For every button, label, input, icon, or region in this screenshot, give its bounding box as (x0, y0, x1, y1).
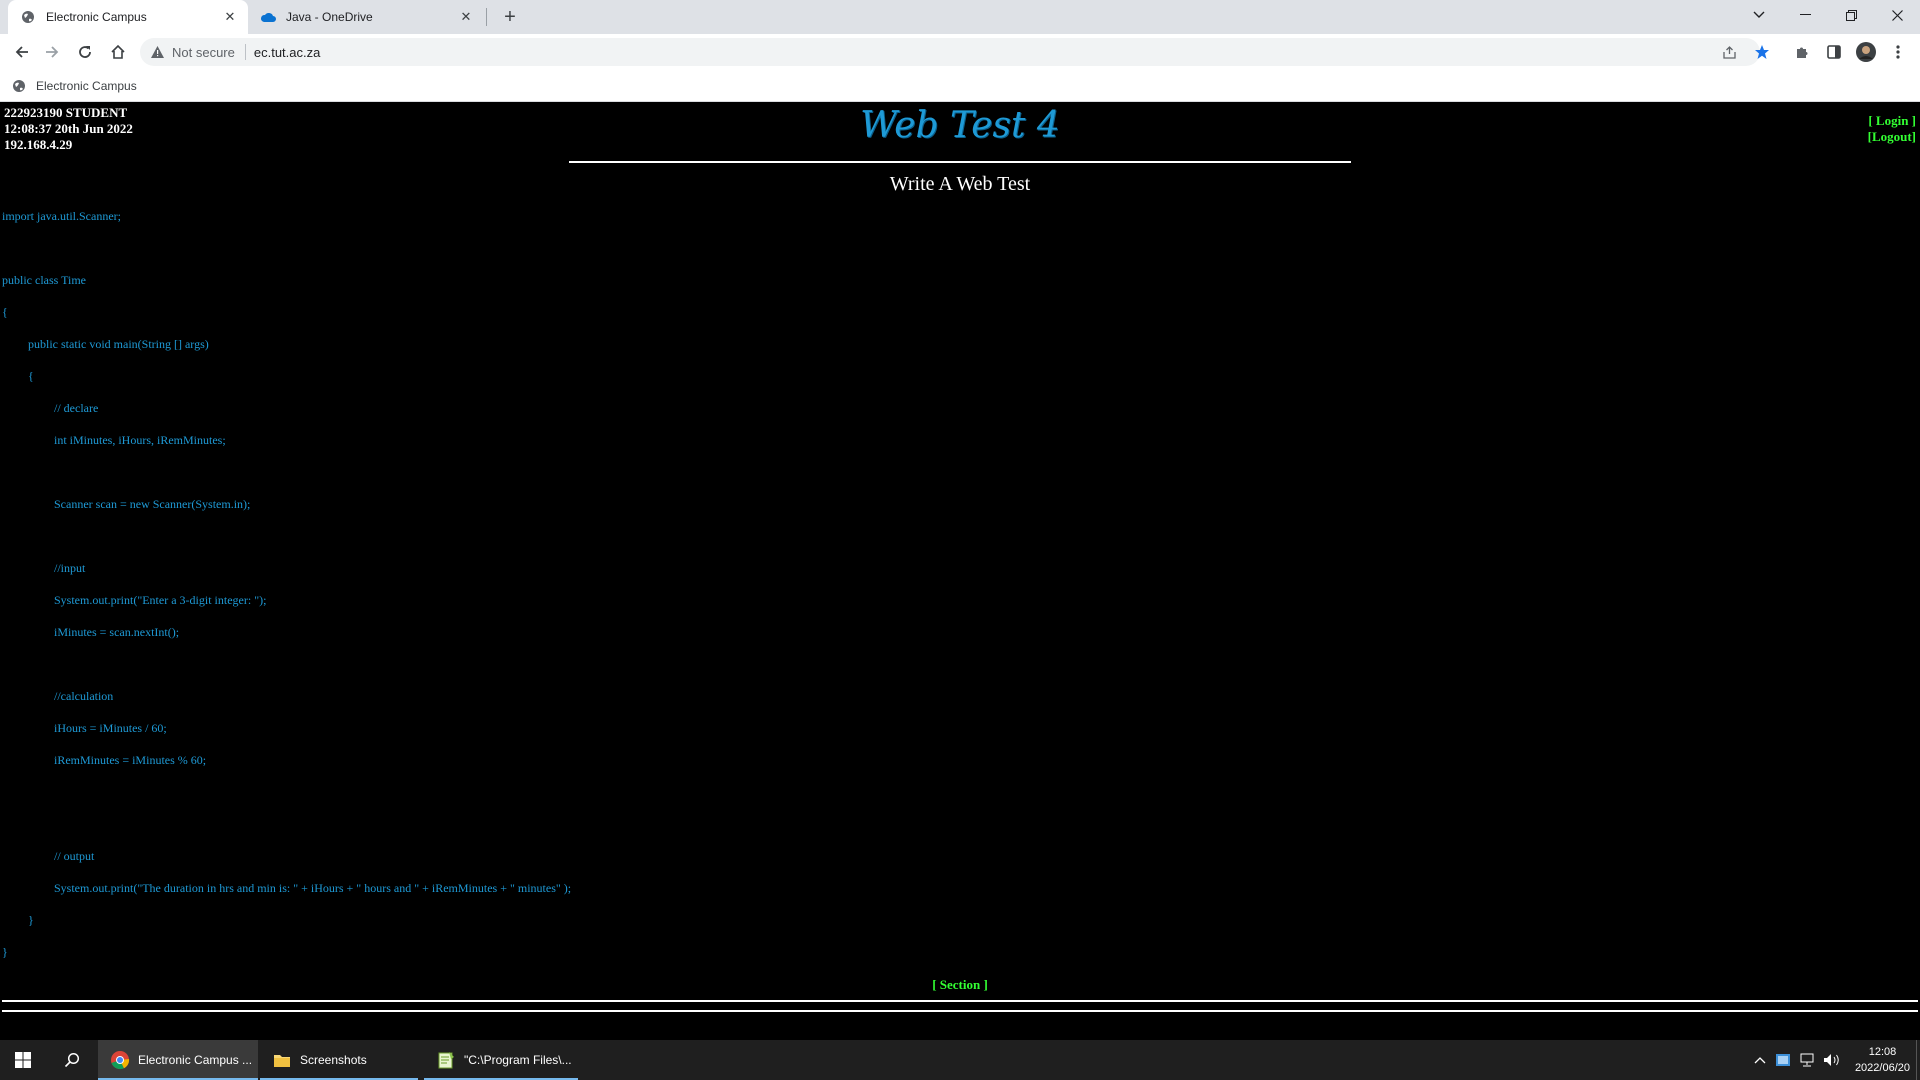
profile-avatar[interactable] (1852, 38, 1880, 66)
security-label[interactable]: Not secure (172, 45, 235, 60)
code-line: //input (54, 561, 86, 575)
footer-divider (2, 1010, 1918, 1012)
code-line: Scanner scan = new Scanner(System.in); (54, 497, 251, 511)
share-icon[interactable] (1717, 38, 1741, 66)
code-line: } (28, 913, 34, 927)
browser-toolbar: Not secure ec.tut.ac.za (0, 34, 1920, 70)
new-tab-button[interactable]: + (498, 5, 522, 29)
reload-button[interactable] (71, 38, 99, 66)
close-tab-icon[interactable]: ✕ (458, 9, 474, 25)
bookmarks-bar: Electronic Campus (0, 70, 1920, 102)
windows-start-icon[interactable] (0, 1040, 46, 1080)
section-link[interactable]: [ Section ] (932, 977, 988, 992)
code-line: System.out.print("The duration in hrs an… (54, 881, 572, 895)
folder-icon (272, 1050, 292, 1070)
code-line: { (2, 305, 8, 319)
code-line: // output (54, 849, 95, 863)
menu-kebab-icon[interactable] (1884, 38, 1912, 66)
code-line: import java.util.Scanner; (2, 209, 121, 223)
app-tray-icon[interactable] (1772, 1040, 1794, 1080)
logout-link[interactable]: [Logout] (1868, 129, 1916, 145)
clock-date: 2022/06/20 (1854, 1062, 1910, 1074)
search-icon[interactable] (50, 1040, 94, 1080)
auth-links: [ Login ] [Logout] (1868, 113, 1916, 145)
network-icon[interactable] (1796, 1040, 1818, 1080)
login-link[interactable]: [ Login ] (1868, 113, 1916, 129)
globe-icon (12, 78, 28, 94)
code-line: System.out.print("Enter a 3-digit intege… (54, 593, 267, 607)
url-text[interactable]: ec.tut.ac.za (254, 45, 320, 60)
section-link-wrap: [ Section ] (0, 977, 1920, 993)
notepadpp-icon (436, 1050, 456, 1070)
address-bar[interactable]: Not secure ec.tut.ac.za (140, 38, 1760, 66)
tab-search-chevron-icon[interactable] (1736, 0, 1782, 30)
volume-icon[interactable] (1820, 1040, 1844, 1080)
tab-strip: Electronic Campus ✕ Java - OneDrive ✕ + (0, 0, 1920, 34)
code-line: public class Time (2, 273, 87, 287)
code-line: iRemMinutes = iMinutes % 60; (54, 753, 207, 767)
taskbar-app-chrome[interactable]: Electronic Campus ... (98, 1040, 258, 1080)
chevron-up-icon[interactable] (1750, 1040, 1770, 1080)
globe-icon (20, 9, 36, 25)
code-line: iHours = iMinutes / 60; (54, 721, 167, 735)
tab-electronic-campus[interactable]: Electronic Campus ✕ (8, 0, 248, 34)
onedrive-cloud-icon (260, 9, 276, 25)
bookmark-star-icon[interactable] (1750, 38, 1774, 66)
page-title: Web Test 4 (860, 105, 1060, 146)
show-desktop-button[interactable] (1916, 1040, 1920, 1080)
back-button[interactable] (8, 38, 36, 66)
taskbar-app-label: Screenshots (300, 1053, 367, 1067)
page-subtitle: Write A Web Test (889, 173, 1031, 195)
page-content: 222923190 STUDENT 12:08:37 20th Jun 2022… (0, 103, 1920, 1040)
clock-time: 12:08 (1868, 1046, 1897, 1058)
home-button[interactable] (104, 38, 132, 66)
bookmark-electronic-campus[interactable]: Electronic Campus (12, 76, 137, 96)
taskbar-app-notepadpp[interactable]: "C:\Program Files\... (424, 1040, 578, 1080)
code-line: // declare (54, 401, 99, 415)
tab-separator (486, 8, 487, 26)
code-line: } (2, 945, 8, 959)
taskbar-app-label: "C:\Program Files\... (464, 1053, 572, 1067)
close-tab-icon[interactable]: ✕ (222, 9, 238, 25)
code-line: { (28, 369, 34, 383)
taskbar-clock[interactable]: 12:08 2022/06/20 (1855, 1044, 1910, 1076)
title-divider (569, 161, 1351, 163)
extensions-puzzle-icon[interactable] (1788, 38, 1816, 66)
tab-title: Electronic Campus (46, 10, 147, 24)
warning-icon[interactable] (150, 44, 166, 60)
omnibox-divider (244, 44, 246, 60)
tab-title: Java - OneDrive (286, 10, 373, 24)
taskbar-app-label: Electronic Campus ... (138, 1053, 253, 1067)
bookmark-label: Electronic Campus (36, 79, 137, 93)
code-line: public static void main(String [] args) (28, 337, 209, 351)
minimize-button[interactable] (1782, 0, 1828, 30)
code-line: iMinutes = scan.nextInt(); (54, 625, 180, 639)
chrome-icon (110, 1050, 130, 1070)
footer-divider (2, 1000, 1918, 1002)
side-panel-icon[interactable] (1820, 38, 1848, 66)
code-line: int iMinutes, iHours, iRemMinutes; (54, 433, 226, 447)
code-line: //calculation (54, 689, 114, 703)
taskbar-app-screenshots[interactable]: Screenshots (260, 1040, 418, 1080)
taskbar: Electronic Campus ... Screenshots "C:\Pr… (0, 1040, 1920, 1080)
tab-java-onedrive[interactable]: Java - OneDrive ✕ (252, 0, 484, 34)
restore-button[interactable] (1828, 0, 1874, 30)
forward-button[interactable] (38, 38, 66, 66)
close-window-button[interactable] (1874, 0, 1920, 30)
